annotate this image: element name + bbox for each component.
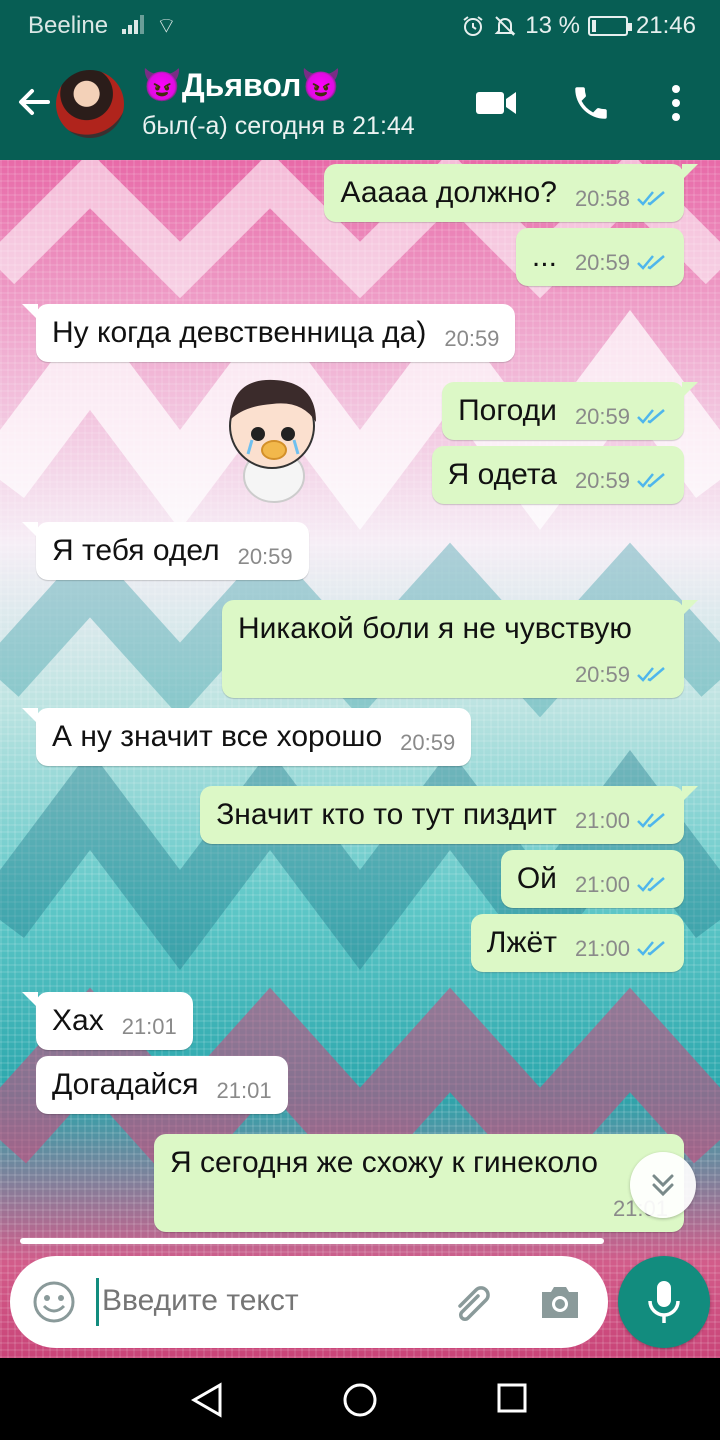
read-ticks-icon: [637, 877, 665, 892]
message-text: ...: [531, 240, 557, 273]
message-text: Ааааа должно?: [340, 176, 557, 209]
nav-back-icon[interactable]: [190, 1382, 224, 1418]
alarm-icon: [463, 16, 483, 36]
signal-icon: [122, 14, 148, 34]
message-text: Ну когда девственница да): [52, 316, 427, 349]
chat-area[interactable]: Ааааа должно? 20:58 ... 20:59 Ну когда дев…: [0, 160, 720, 1358]
message-composer: [10, 1256, 608, 1348]
message-text: Лжёт: [486, 926, 557, 959]
status-bar: Beeline ⌔ 13 % 21:46: [0, 0, 720, 48]
message-time: 20:59: [237, 544, 293, 569]
message-time: 20:59: [444, 326, 500, 351]
message-in[interactable]: Хах 21:01: [22, 992, 193, 1050]
last-seen-status: был(-а) сегодня в 21:44: [142, 112, 415, 140]
message-time: 21:00: [574, 936, 630, 961]
read-ticks-icon: [637, 191, 665, 206]
phone-icon[interactable]: [570, 82, 612, 124]
message-time: 20:59: [574, 468, 630, 493]
chibi-baby-sticker[interactable]: [212, 368, 332, 508]
read-ticks-icon: [637, 255, 665, 270]
message-out[interactable]: Я одета 20:59: [431, 446, 684, 504]
read-ticks-icon: [637, 667, 665, 682]
message-text: Догадайся: [52, 1068, 199, 1101]
read-ticks-icon: [637, 409, 665, 424]
message-time: 21:00: [574, 808, 630, 833]
message-out[interactable]: Ааааа должно? 20:58: [324, 164, 698, 222]
message-in[interactable]: Догадайся 21:01: [36, 1056, 288, 1114]
message-out[interactable]: Лжёт 21:00: [470, 914, 684, 972]
more-vert-icon[interactable]: [664, 82, 688, 124]
message-out[interactable]: Ой 21:00: [500, 850, 684, 908]
camera-icon[interactable]: [538, 1282, 582, 1322]
message-time: 20:58: [574, 186, 630, 211]
message-in[interactable]: Ну когда девственница да) 20:59: [21, 304, 516, 362]
message-out[interactable]: Никакой боли я не чувствую 20:59: [222, 600, 698, 698]
back-arrow-icon[interactable]: [14, 82, 54, 122]
system-navigation-bar: [0, 1358, 720, 1440]
video-call-icon[interactable]: [474, 82, 518, 122]
message-time: 21:01: [216, 1078, 272, 1103]
wifi-icon: ⌔: [156, 13, 177, 38]
text-caret: [96, 1278, 99, 1326]
chat-header: 😈Дьявол😈 был(-а) сегодня в 21:44: [0, 48, 720, 160]
message-text: Ой: [516, 862, 557, 895]
message-text: Я сегодня же схожу к гинеколо: [170, 1146, 598, 1179]
message-time: 21:01: [121, 1014, 177, 1039]
message-time: 21:00: [574, 872, 630, 897]
avatar[interactable]: [56, 70, 124, 138]
message-time: 20:59: [574, 662, 630, 687]
message-text: Я одета: [447, 458, 557, 491]
message-in[interactable]: Я тебя одел 20:59: [22, 522, 309, 580]
battery-fill: [591, 20, 596, 32]
nav-home-icon[interactable]: [342, 1382, 378, 1418]
message-time: 20:59: [574, 404, 630, 429]
message-text: Погоди: [458, 394, 557, 427]
message-text: Значит кто то тут пиздит: [216, 798, 557, 831]
message-text: Никакой боли я не чувствую: [238, 612, 632, 645]
mic-icon: [648, 1281, 680, 1323]
carrier-label: Beeline: [28, 12, 109, 39]
battery-icon: [587, 16, 632, 36]
message-text: Хах: [52, 1004, 104, 1037]
mute-notifications-icon: [494, 16, 516, 36]
emoji-icon[interactable]: [32, 1280, 76, 1324]
scroll-down-button[interactable]: [630, 1152, 696, 1218]
message-in[interactable]: А ну значит все хорошо 20:59: [21, 708, 472, 766]
read-ticks-icon: [637, 813, 665, 828]
contact-name[interactable]: 😈Дьявол😈: [142, 66, 341, 104]
battery-percent: 13 %: [525, 12, 580, 39]
read-ticks-icon: [637, 941, 665, 956]
message-out[interactable]: Погоди 20:59: [442, 382, 698, 440]
message-text: А ну значит все хорошо: [52, 720, 383, 753]
message-time: 20:59: [574, 250, 630, 275]
message-out[interactable]: ... 20:59: [515, 228, 684, 286]
message-input[interactable]: [102, 1284, 442, 1318]
message-text: Я тебя одел: [52, 534, 220, 567]
read-ticks-icon: [637, 473, 665, 488]
message-time: 20:59: [400, 730, 456, 755]
nav-recent-icon[interactable]: [496, 1382, 528, 1414]
scroll-down-icon: [652, 1174, 674, 1197]
clock: 21:46: [635, 12, 696, 39]
mic-button[interactable]: [618, 1256, 710, 1348]
compose-divider: [20, 1238, 604, 1244]
message-out[interactable]: Значит кто то тут пиздит 21:00: [200, 786, 698, 844]
message-out[interactable]: Я сегодня же схожу к гинеколо 21:01: [154, 1134, 684, 1232]
attach-icon[interactable]: [450, 1280, 498, 1324]
